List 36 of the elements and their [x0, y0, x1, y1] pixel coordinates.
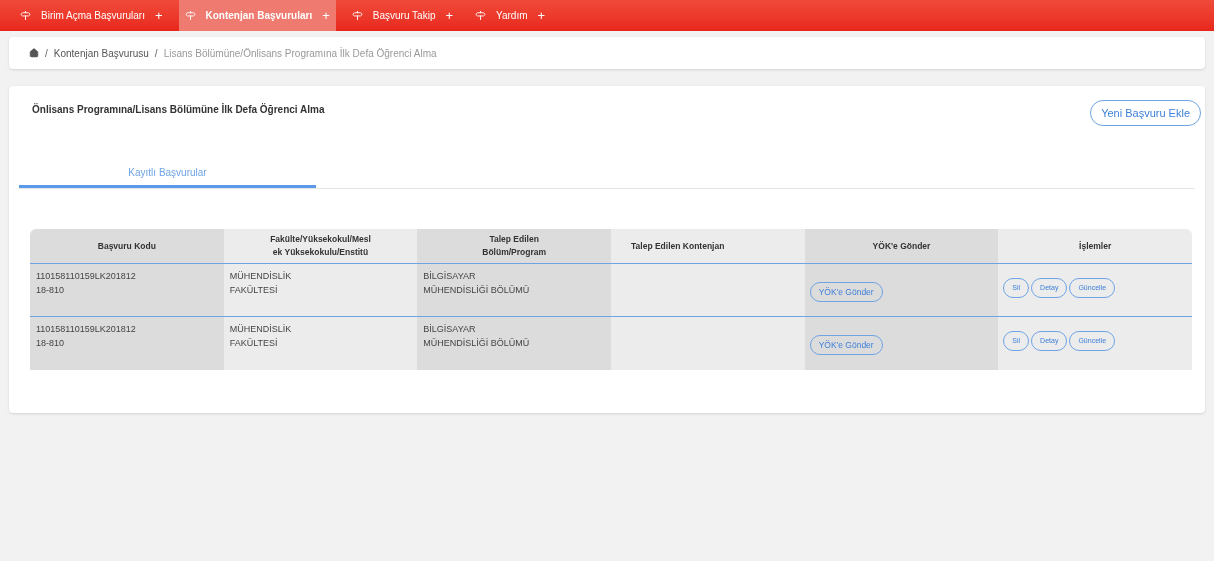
card-title: Önlisans Programına/Lisans Bölümüne İlk Defa Öğrenci Alma	[32, 102, 325, 117]
tab[interactable]: Kayıtlı Başvurular	[19, 160, 316, 188]
table-cell: 110158110159LK201812 18-810	[30, 264, 224, 316]
table-cell: MÜHENDİSLİK FAKÜLTESİ	[223, 264, 418, 316]
menu-item[interactable]: Kontenjan Başvuruları +	[178, 0, 336, 31]
signpost-icon	[184, 10, 196, 21]
table-cell: BİLGİSAYAR MÜHENDİSLİĞİ BÖLÜMÜ	[417, 317, 611, 370]
menu-label: Kontenjan Başvuruları	[205, 9, 313, 23]
signpost-icon	[20, 10, 31, 21]
breadcrumb-separator: /	[45, 46, 48, 61]
breadcrumb-link[interactable]: Kontenjan Başvurusu	[53, 45, 149, 61]
table-cell: BİLGİSAYAR MÜHENDİSLİĞİ BÖLÜMÜ	[417, 264, 611, 316]
column-header: Talep Edilen Bölüm/Program	[417, 229, 611, 263]
menu-label: Başvuru Takip	[372, 9, 436, 23]
column-header: Başvuru Kodu	[30, 229, 224, 263]
column-header: İşlemler	[998, 229, 1192, 263]
column-header: Talep Edilen Kontenjan	[611, 229, 805, 263]
signpost-icon	[475, 10, 487, 21]
column-header: Fakülte/Yüksekokul/Mesl ek Yüksekokulu/Enstitü	[223, 229, 418, 263]
menu-item[interactable]: Başvuru Takip +	[345, 0, 460, 31]
plus-icon: +	[537, 5, 546, 26]
breadcrumb-separator: /	[154, 46, 158, 61]
column-header: YÖK'e Gönder	[804, 229, 999, 263]
home-icon[interactable]	[29, 48, 39, 58]
table-cell: MÜHENDİSLİK FAKÜLTESİ	[223, 317, 418, 370]
menu-label: Yardım	[496, 9, 528, 23]
menu-item[interactable]: Birim Açma Başvuruları +	[14, 0, 169, 31]
menu-label: Birim Açma Başvuruları	[41, 9, 145, 23]
signpost-icon	[351, 10, 363, 21]
breadcrumb-link[interactable]: Lisans Bölümüne/Önlisans Programına İlk Defa Öğrenci Alma	[163, 45, 437, 61]
menu-item[interactable]: Yardım +	[469, 0, 552, 31]
plus-icon: +	[322, 5, 330, 26]
table-cell: 110158110159LK201812 18-810	[30, 317, 224, 370]
plus-icon: +	[445, 5, 454, 26]
plus-icon: +	[154, 5, 163, 26]
new-application-button[interactable]: Yeni Başvuru Ekle	[1090, 100, 1201, 126]
